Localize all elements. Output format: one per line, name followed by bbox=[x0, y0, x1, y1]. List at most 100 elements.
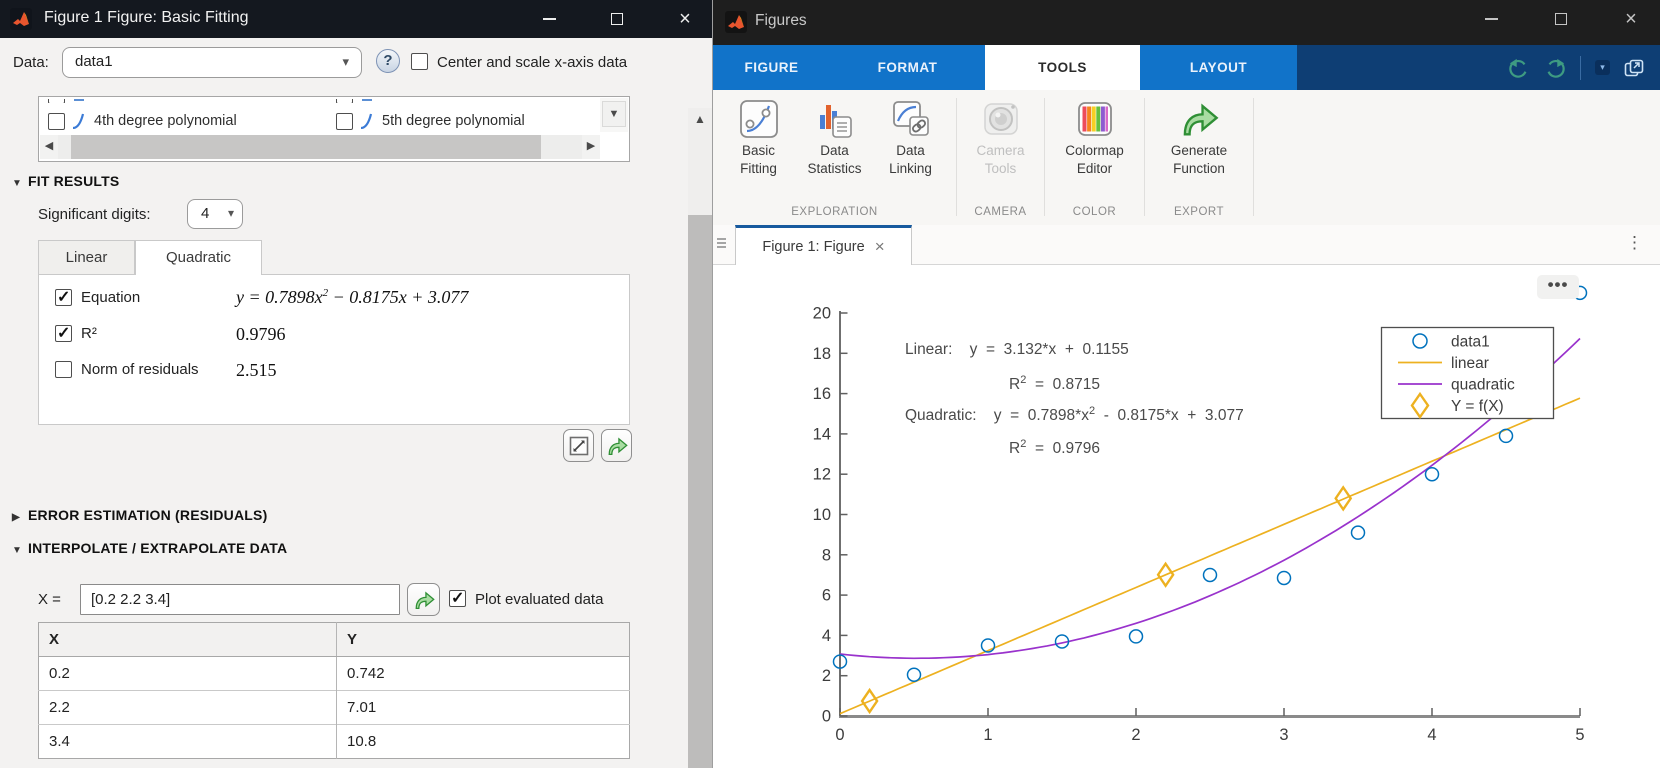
ribbon-right-area: ▾ bbox=[1297, 45, 1660, 90]
redo-icon[interactable] bbox=[1544, 57, 1566, 79]
data-dropdown[interactable]: data1 ▾ bbox=[62, 47, 362, 78]
quick-access-dropdown-icon[interactable]: ▾ bbox=[1595, 60, 1610, 75]
basic-fitting-window: Figure 1 Figure: Basic Fitting × Data: d… bbox=[0, 0, 713, 768]
list-horizontal-scrollbar[interactable]: ◀ ▶ bbox=[40, 135, 600, 159]
significant-digits-dropdown[interactable]: 4 ▾ bbox=[187, 199, 243, 229]
equation-annotation: Quadratic: y = 0.7898*x2 - 0.8175*x + 3.… bbox=[905, 405, 1244, 425]
r-squared-row: ✓ R² bbox=[55, 325, 97, 342]
fit-type-label: 4th degree polynomial bbox=[94, 113, 237, 129]
scroll-left-button[interactable]: ◀ bbox=[40, 135, 58, 159]
save-to-workspace-button[interactable] bbox=[601, 429, 632, 462]
separator bbox=[1580, 56, 1581, 80]
scrollbar-thumb[interactable] bbox=[688, 215, 712, 768]
scroll-right-button[interactable]: ▶ bbox=[582, 135, 600, 159]
norm-residuals-checkbox[interactable] bbox=[55, 361, 72, 378]
scrollbar-thumb[interactable] bbox=[71, 135, 541, 159]
data-statistics-icon bbox=[814, 98, 856, 140]
center-scale-checkbox[interactable] bbox=[411, 53, 428, 70]
generate-function-icon bbox=[1178, 98, 1220, 140]
legend-entry-label: data1 bbox=[1451, 334, 1490, 351]
fit-type-list[interactable]: 4th degree polynomial 5th degree polynom… bbox=[38, 96, 630, 162]
data-point-circle bbox=[1204, 568, 1217, 581]
undo-icon[interactable] bbox=[1508, 57, 1530, 79]
chevron-down-icon: ▾ bbox=[228, 200, 234, 227]
polynomial-curve-icon bbox=[360, 113, 375, 129]
drag-handle-icon[interactable] bbox=[717, 238, 727, 250]
data-point-circle bbox=[908, 668, 921, 681]
new-window-icon[interactable] bbox=[1624, 59, 1644, 77]
x-equals-label: X = bbox=[38, 591, 61, 608]
equation-label: Equation bbox=[81, 289, 140, 306]
kebab-menu-icon[interactable]: ⋮ bbox=[1626, 233, 1643, 253]
evaluate-button[interactable] bbox=[407, 583, 440, 616]
expand-results-button[interactable] bbox=[563, 429, 594, 462]
fit-type-item[interactable]: 4th degree polynomial bbox=[48, 106, 237, 133]
fit-type-row: 4th degree polynomial 5th degree polynom… bbox=[40, 106, 600, 133]
group-label-exploration: EXPLORATION bbox=[713, 206, 956, 218]
axes-toolbar-more-icon[interactable]: ••• bbox=[1537, 275, 1579, 299]
help-icon[interactable]: ? bbox=[376, 49, 400, 73]
ribbon-tab-figure[interactable]: FIGURE bbox=[713, 45, 830, 90]
scroll-down-button[interactable]: ▼ bbox=[602, 101, 626, 127]
ribbon-tab-tools[interactable]: TOOLS bbox=[985, 45, 1140, 90]
window-title: Figure 1 Figure: Basic Fitting bbox=[44, 9, 249, 27]
toolbar-group-camera: Camera Tools CAMERA bbox=[957, 90, 1044, 225]
toolbar-group-color: Colormap Editor COLOR bbox=[1045, 90, 1144, 225]
maximize-button[interactable] bbox=[1550, 10, 1572, 28]
table-row: 0.2 0.742 bbox=[39, 657, 630, 691]
document-tab-bar: Figure 1: Figure × ⋮ bbox=[713, 225, 1660, 265]
y-tick-label: 16 bbox=[813, 385, 831, 403]
scroll-up-button[interactable]: ▲ bbox=[688, 112, 712, 126]
equation-checkbox[interactable]: ✓ bbox=[55, 289, 72, 306]
expand-icon bbox=[569, 436, 589, 456]
x-values-input[interactable] bbox=[80, 584, 400, 615]
minimize-button[interactable] bbox=[538, 10, 560, 28]
column-header-x: X bbox=[39, 623, 337, 657]
interpolate-header[interactable]: ▼INTERPOLATE / EXTRAPOLATE DATA bbox=[12, 540, 287, 556]
column-header-y: Y bbox=[337, 623, 630, 657]
legend-entry-label: linear bbox=[1451, 355, 1489, 372]
equation-annotation: R2 = 0.8715 bbox=[1009, 374, 1100, 394]
ribbon-tab-layout[interactable]: LAYOUT bbox=[1140, 45, 1297, 90]
error-estimation-header[interactable]: ▶ERROR ESTIMATION (RESIDUALS) bbox=[12, 507, 267, 523]
minimize-button[interactable] bbox=[1480, 10, 1502, 28]
matlab-logo-icon bbox=[725, 11, 747, 33]
data-row: Data: data1 ▾ ? Center and scale x-axis … bbox=[0, 38, 713, 94]
window-title: Figures bbox=[755, 12, 807, 30]
panel-vertical-scrollbar[interactable]: ▲ bbox=[688, 108, 712, 768]
fit-type-checkbox[interactable] bbox=[336, 113, 353, 130]
tab-figure-1[interactable]: Figure 1: Figure × bbox=[735, 225, 912, 265]
plot-evaluated-checkbox[interactable]: ✓ bbox=[449, 590, 466, 607]
evaluated-results-table: X Y 0.2 0.742 2.2 7.01 3.4 10.8 bbox=[38, 622, 630, 759]
fit-results-header[interactable]: ▼FIT RESULTS bbox=[12, 173, 119, 189]
plot: 01234502468101214161820data1linearquadra… bbox=[713, 265, 1660, 768]
close-button[interactable]: × bbox=[1620, 9, 1642, 30]
table-row: 2.2 7.01 bbox=[39, 691, 630, 725]
basic-fitting-titlebar[interactable]: Figure 1 Figure: Basic Fitting × bbox=[0, 0, 712, 38]
close-button[interactable]: × bbox=[674, 9, 696, 30]
fit-type-checkbox[interactable] bbox=[48, 113, 65, 130]
y-tick-label: 6 bbox=[822, 587, 831, 605]
maximize-button[interactable] bbox=[606, 10, 628, 28]
figures-titlebar[interactable]: Figures × bbox=[713, 0, 1660, 45]
y-tick-label: 0 bbox=[822, 708, 831, 726]
camera-tools-icon bbox=[980, 98, 1022, 140]
significant-digits-label: Significant digits: bbox=[38, 206, 151, 223]
polynomial-curve-icon bbox=[72, 113, 87, 129]
data-point-circle bbox=[1352, 526, 1365, 539]
fit-type-item[interactable]: 5th degree polynomial bbox=[336, 106, 525, 133]
r-squared-checkbox[interactable]: ✓ bbox=[55, 325, 72, 342]
scrollbar-track[interactable] bbox=[58, 135, 582, 159]
y-tick-label: 12 bbox=[813, 466, 831, 484]
fit-type-label: 5th degree polynomial bbox=[382, 113, 525, 129]
norm-residuals-value: 2.515 bbox=[236, 360, 277, 381]
tab-linear[interactable]: Linear bbox=[38, 240, 135, 274]
x-tick-label: 5 bbox=[1575, 726, 1584, 744]
tab-quadratic[interactable]: Quadratic bbox=[135, 240, 262, 275]
norm-residuals-row: Norm of residuals bbox=[55, 361, 199, 378]
equation-row: ✓ Equation bbox=[55, 289, 140, 306]
tab-close-icon[interactable]: × bbox=[875, 237, 885, 257]
triangle-right-icon: ▶ bbox=[12, 512, 28, 523]
ribbon-tab-format[interactable]: FORMAT bbox=[830, 45, 985, 90]
list-vertical-scrollbar[interactable]: ▼ bbox=[600, 98, 628, 132]
